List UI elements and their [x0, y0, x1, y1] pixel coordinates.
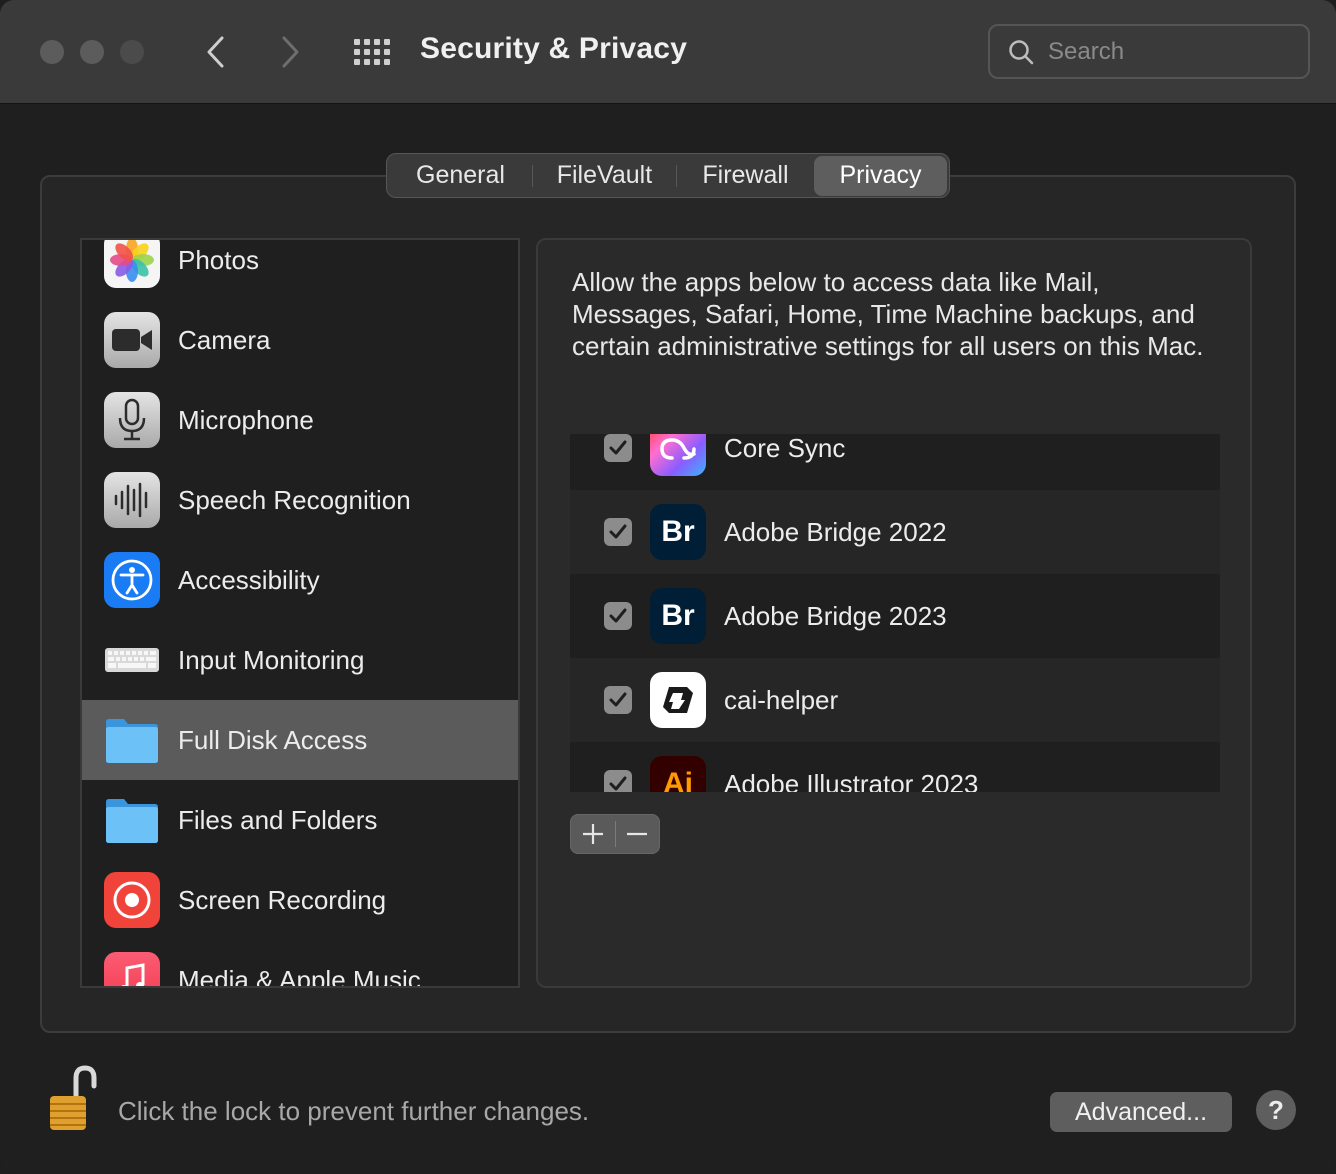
back-button[interactable] — [196, 30, 236, 74]
music-icon — [104, 952, 160, 986]
unlocked-lock-icon[interactable] — [44, 1064, 104, 1138]
title-bar: Security & Privacy — [0, 0, 1336, 104]
folder-icon — [104, 712, 160, 768]
panel-description: Allow the apps below to access data like… — [572, 267, 1204, 361]
app-row-adobe-bridge-2023[interactable]: Br Adobe Bridge 2023 — [570, 574, 1220, 658]
checkmark-icon — [609, 608, 627, 623]
search-icon — [1009, 39, 1034, 64]
tab-general[interactable]: General — [389, 156, 532, 196]
security-privacy-window: Security & Privacy General FileVault Fir… — [0, 0, 1336, 1174]
app-name: Adobe Bridge 2022 — [724, 516, 947, 547]
chevron-left-icon — [207, 36, 224, 68]
sidebar-item-label: Full Disk Access — [178, 724, 368, 755]
chevron-right-icon — [282, 36, 299, 68]
lock-status-text: Click the lock to prevent further change… — [118, 1096, 590, 1126]
sidebar-item-speech-recognition[interactable]: Speech Recognition — [82, 460, 518, 540]
app-row-core-sync[interactable]: Core Sync — [570, 434, 1220, 490]
sidebar-item-label: Accessibility — [178, 564, 320, 595]
cai-helper-icon — [650, 672, 706, 728]
full-disk-access-panel: Allow the apps below to access data like… — [536, 238, 1252, 988]
close-window-button[interactable] — [40, 40, 64, 64]
sidebar-item-files-and-folders[interactable]: Files and Folders — [82, 780, 518, 860]
show-all-preferences-button[interactable] — [352, 36, 392, 68]
advanced-button[interactable]: Advanced... — [1050, 1092, 1232, 1132]
sidebar-item-camera[interactable]: Camera — [82, 300, 518, 380]
add-remove-buttons — [570, 814, 660, 854]
app-name: cai-helper — [724, 684, 839, 715]
folder-icon — [104, 792, 160, 848]
sidebar-item-label: Input Monitoring — [178, 644, 365, 675]
plus-icon — [582, 824, 603, 844]
sidebar-item-full-disk-access[interactable]: Full Disk Access — [82, 700, 518, 780]
app-row-adobe-bridge-2022[interactable]: Br Adobe Bridge 2022 — [570, 490, 1220, 574]
zoom-window-button[interactable] — [120, 40, 144, 64]
checkmark-icon — [609, 776, 627, 791]
help-button[interactable]: ? — [1256, 1090, 1296, 1130]
sidebar-item-label: Photos — [178, 244, 259, 275]
app-checkbox[interactable] — [604, 518, 632, 546]
search-field[interactable] — [988, 24, 1310, 79]
keyboard-icon — [104, 632, 160, 688]
app-row-cai-helper[interactable]: cai-helper — [570, 658, 1220, 742]
tab-filevault[interactable]: FileVault — [533, 156, 676, 196]
speech-recognition-icon — [104, 472, 160, 528]
camera-icon — [104, 312, 160, 368]
app-checkbox[interactable] — [604, 434, 632, 462]
app-name: Adobe Bridge 2023 — [724, 600, 947, 631]
app-list[interactable]: Core Sync Br Adobe Bridge 2022 Br Adobe … — [570, 434, 1220, 792]
creative-cloud-icon — [650, 434, 706, 476]
forward-button[interactable] — [270, 30, 310, 74]
checkmark-icon — [609, 440, 627, 455]
app-name: Adobe Illustrator 2023 — [724, 768, 979, 793]
sidebar-item-label: Files and Folders — [178, 804, 378, 835]
tab-privacy[interactable]: Privacy — [813, 155, 947, 196]
adobe-bridge-icon: Br — [650, 588, 706, 644]
search-input[interactable] — [1048, 37, 1288, 66]
adobe-bridge-icon: Br — [650, 504, 706, 560]
microphone-icon — [104, 392, 160, 448]
app-checkbox[interactable] — [604, 602, 632, 630]
screen-recording-icon — [104, 872, 160, 928]
sidebar-item-label: Microphone — [178, 404, 314, 435]
sidebar-item-label: Camera — [178, 324, 271, 355]
app-checkbox[interactable] — [604, 686, 632, 714]
app-checkbox[interactable] — [604, 770, 632, 792]
window-title: Security & Privacy — [420, 32, 688, 65]
sidebar-item-label: Media & Apple Music — [178, 964, 421, 988]
tab-firewall[interactable]: Firewall — [677, 156, 814, 196]
adobe-illustrator-icon: Ai — [650, 756, 706, 792]
tab-bar: General FileVault Firewall Privacy — [386, 153, 950, 198]
sidebar-item-accessibility[interactable]: Accessibility — [82, 540, 518, 620]
sidebar-item-screen-recording[interactable]: Screen Recording — [82, 860, 518, 940]
remove-app-button[interactable] — [615, 815, 659, 853]
checkmark-icon — [609, 524, 627, 539]
add-app-button[interactable] — [571, 815, 615, 853]
checkmark-icon — [609, 692, 627, 707]
minimize-window-button[interactable] — [80, 40, 104, 64]
minus-icon — [627, 832, 648, 836]
photos-icon — [104, 240, 160, 288]
sidebar-item-photos[interactable]: Photos — [82, 240, 518, 300]
sidebar-item-label: Speech Recognition — [178, 484, 411, 515]
accessibility-icon — [104, 552, 160, 608]
sidebar-item-microphone[interactable]: Microphone — [82, 380, 518, 460]
sidebar-item-media-apple-music[interactable]: Media & Apple Music — [82, 940, 518, 988]
sidebar-item-label: Screen Recording — [178, 884, 387, 915]
app-name: Core Sync — [724, 434, 846, 463]
privacy-category-list[interactable]: Photos Camera Microphone Speech Recognit… — [80, 238, 520, 988]
sidebar-item-input-monitoring[interactable]: Input Monitoring — [82, 620, 518, 700]
app-row-adobe-illustrator-2023[interactable]: Ai Adobe Illustrator 2023 — [570, 742, 1220, 792]
